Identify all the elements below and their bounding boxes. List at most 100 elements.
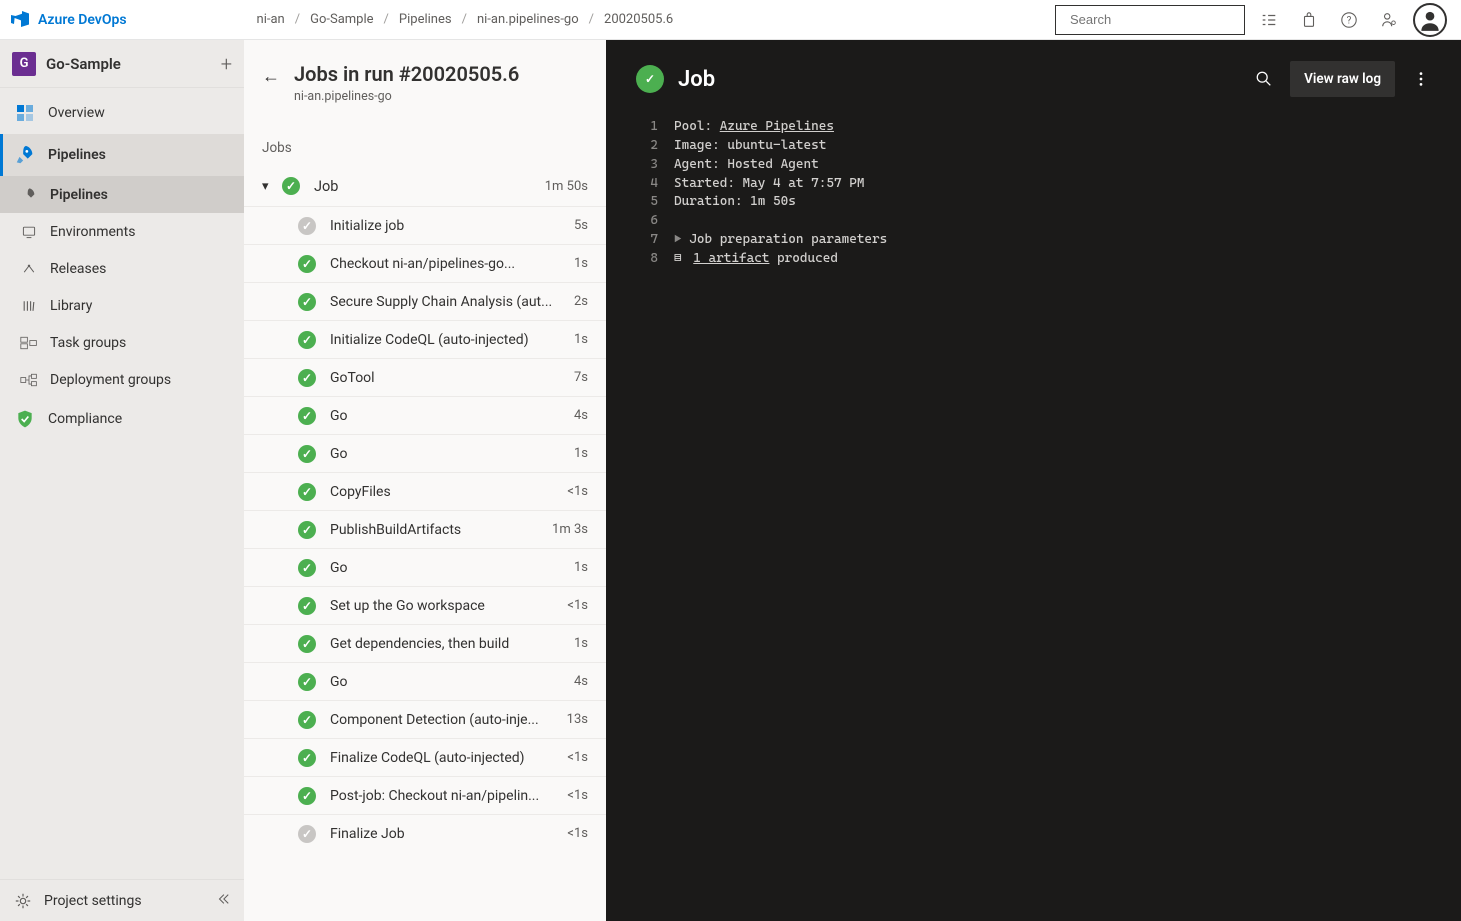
step-row[interactable]: CopyFiles<1s: [244, 472, 606, 510]
step-duration: 1s: [574, 256, 588, 271]
project-settings[interactable]: Project settings: [0, 879, 244, 921]
crumb-2[interactable]: Pipelines: [399, 12, 452, 27]
sidebar-subitem-environments[interactable]: Environments: [0, 213, 244, 250]
step-name: Finalize CodeQL (auto-injected): [330, 750, 559, 766]
step-row[interactable]: Secure Supply Chain Analysis (aut...2s: [244, 282, 606, 320]
status-success-icon: [282, 177, 300, 195]
step-duration: <1s: [567, 750, 588, 765]
crumb-4[interactable]: 20020505.6: [604, 12, 673, 27]
step-row[interactable]: Get dependencies, then build1s: [244, 624, 606, 662]
log-text: Agent: Hosted Agent: [674, 156, 819, 175]
sidebar-subitem-depgroups[interactable]: Deployment groups: [0, 361, 244, 398]
sidebar-item-overview[interactable]: Overview: [0, 92, 244, 134]
step-row[interactable]: Go4s: [244, 662, 606, 700]
crumb-0[interactable]: ni-an: [257, 12, 285, 27]
sidebar-item-compliance[interactable]: Compliance: [0, 398, 244, 440]
step-row[interactable]: Component Detection (auto-inje... 13s: [244, 700, 606, 738]
sidebar-subitem-releases[interactable]: Releases: [0, 250, 244, 287]
user-settings-icon[interactable]: [1373, 4, 1405, 36]
search-log-button[interactable]: [1246, 61, 1282, 97]
breadcrumb: ni-an/ Go-Sample/ Pipelines/ ni-an.pipel…: [257, 12, 674, 27]
step-duration: 4s: [574, 408, 588, 423]
status-success-icon: [298, 293, 316, 311]
sidebar-subitem-library[interactable]: Library: [0, 287, 244, 324]
status-success-icon: [298, 369, 316, 387]
pool-link[interactable]: Azure Pipelines: [720, 119, 834, 134]
step-row[interactable]: Go1s: [244, 434, 606, 472]
collapse-icon[interactable]: [216, 892, 230, 910]
depgroup-icon: [20, 371, 38, 389]
step-duration: 13s: [567, 712, 588, 727]
step-name: Finalize Job: [330, 826, 559, 842]
step-row[interactable]: Finalize Job <1s: [244, 814, 606, 852]
search-input[interactable]: [1070, 12, 1246, 27]
step-row[interactable]: Finalize CodeQL (auto-injected) <1s: [244, 738, 606, 776]
view-raw-button[interactable]: View raw log: [1290, 61, 1395, 97]
grid-icon: [14, 102, 36, 124]
step-row[interactable]: Go1s: [244, 548, 606, 586]
step-name: Component Detection (auto-inje...: [330, 712, 559, 728]
library-icon: [20, 297, 38, 315]
sidebar-item-label: Overview: [48, 105, 105, 121]
azure-devops-icon: [8, 8, 32, 32]
step-duration: 7s: [574, 370, 588, 385]
project-name: Go-Sample: [46, 55, 211, 73]
crumb-1[interactable]: Go-Sample: [310, 12, 373, 27]
step-duration: 1m 3s: [552, 522, 588, 537]
chevron-down-icon[interactable]: ▾: [262, 179, 282, 194]
job-row[interactable]: ▾ Job 1m 50s: [244, 166, 606, 206]
back-button[interactable]: ←: [262, 66, 280, 87]
step-name: Initialize CodeQL (auto-injected): [330, 332, 566, 348]
step-list: Initialize job5sCheckout ni-an/pipelines…: [244, 206, 606, 921]
sidebar-item-label: Library: [50, 298, 92, 314]
log-text: produced: [769, 251, 838, 266]
step-row[interactable]: Initialize CodeQL (auto-injected) 1s: [244, 320, 606, 358]
view-raw-label: View raw log: [1304, 71, 1381, 87]
worklist-icon[interactable]: [1253, 4, 1285, 36]
step-duration: 1s: [574, 332, 588, 347]
help-icon[interactable]: ?: [1333, 4, 1365, 36]
step-row[interactable]: Post-job: Checkout ni-an/pipelin...<1s: [244, 776, 606, 814]
svg-text:?: ?: [1347, 15, 1352, 26]
sidebar-item-pipelines[interactable]: Pipelines: [0, 134, 244, 176]
step-duration: <1s: [567, 826, 588, 841]
sidebar-item-label: Pipelines: [50, 187, 108, 203]
sidebar: G Go-Sample + Overview Pipelines Pip: [0, 40, 244, 921]
log-header: Job View raw log: [606, 40, 1461, 118]
more-log-button[interactable]: [1403, 61, 1439, 97]
avatar[interactable]: [1413, 3, 1447, 37]
step-row[interactable]: Checkout ni-an/pipelines-go...1s: [244, 244, 606, 282]
topbar-right: ?: [1055, 3, 1447, 37]
add-icon[interactable]: +: [221, 52, 232, 76]
search-box[interactable]: [1055, 5, 1245, 35]
run-title: Jobs in run #20020505.6: [294, 62, 519, 86]
step-duration: 5s: [574, 218, 588, 233]
step-row[interactable]: PublishBuildArtifacts1m 3s: [244, 510, 606, 548]
step-row[interactable]: Set up the Go workspace<1s: [244, 586, 606, 624]
fold-caret-icon[interactable]: ▶: [674, 232, 689, 247]
step-name: Secure Supply Chain Analysis (aut...: [330, 294, 566, 310]
step-name: Go: [330, 408, 566, 424]
jobs-label: Jobs: [244, 110, 606, 166]
brand-link[interactable]: Azure DevOps: [8, 8, 127, 32]
sidebar-subitem-pipelines[interactable]: Pipelines: [0, 176, 244, 213]
status-success-icon: [298, 787, 316, 805]
nav: Overview Pipelines Pipelines Environment…: [0, 88, 244, 879]
artifact-link[interactable]: 1 artifact: [693, 251, 769, 266]
release-icon: [20, 260, 38, 278]
taskgroup-icon: [20, 334, 38, 352]
bag-icon[interactable]: [1293, 4, 1325, 36]
sidebar-subitem-taskgroups[interactable]: Task groups: [0, 324, 244, 361]
project-header[interactable]: G Go-Sample +: [0, 40, 244, 88]
step-duration: <1s: [567, 598, 588, 613]
sidebar-item-label: Environments: [50, 224, 135, 240]
step-row[interactable]: GoTool7s: [244, 358, 606, 396]
job-name: Job: [314, 178, 537, 195]
step-row[interactable]: Go 4s: [244, 396, 606, 434]
status-neutral-icon: [298, 825, 316, 843]
step-row[interactable]: Initialize job5s: [244, 206, 606, 244]
crumb-3[interactable]: ni-an.pipelines-go: [477, 12, 579, 27]
step-duration: 1s: [574, 636, 588, 651]
sidebar-item-label: Deployment groups: [50, 372, 171, 388]
log-body[interactable]: 1Pool: Azure Pipelines 2Image: ubuntu-la…: [606, 118, 1461, 269]
